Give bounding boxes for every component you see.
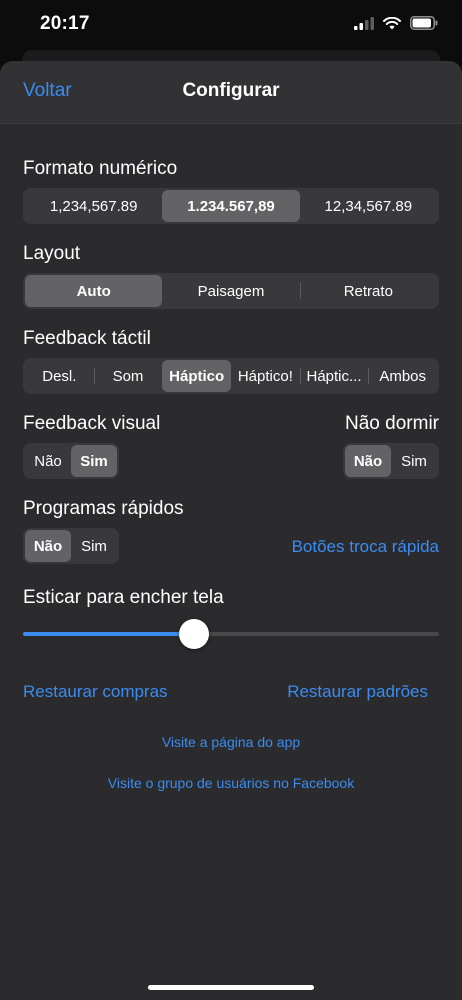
segment-option[interactable]: Paisagem (162, 275, 299, 307)
restore-purchases-link[interactable]: Restaurar compras (23, 682, 168, 702)
status-time: 20:17 (40, 13, 90, 34)
segment-option[interactable]: Retrato (299, 275, 437, 307)
segment-option-selected[interactable]: Não (345, 445, 391, 477)
visit-facebook-group-link[interactable]: Visite o grupo de usuários no Facebook (0, 775, 462, 791)
segment-option-selected[interactable]: Não (25, 530, 71, 562)
no-sleep-label: Não dormir (345, 413, 439, 434)
signal-icon (354, 16, 374, 30)
segment-option[interactable]: Som (93, 360, 163, 392)
battery-icon (410, 16, 438, 30)
stretch-slider-thumb[interactable] (178, 619, 209, 649)
segment-option[interactable]: Não (25, 445, 71, 477)
no-sleep-segmented-control: Não Sim (343, 443, 439, 479)
navigation-bar: Voltar Configurar (0, 61, 462, 124)
home-indicator (148, 985, 314, 990)
stretch-label: Esticar para encher tela (23, 587, 224, 608)
wifi-icon (383, 16, 401, 29)
stretch-slider-fill (23, 632, 194, 636)
number-format-label: Formato numérico (23, 158, 178, 179)
number-format-segmented-control: 1,234,567.89 1.234.567,89 12,34,567.89 (23, 188, 439, 224)
tactile-feedback-segmented-control: Desl. Som Háptico Háptico! Háptic... Amb… (23, 358, 439, 394)
quick-programs-label: Programas rápidos (23, 498, 184, 519)
status-bar: 20:17 (0, 0, 462, 52)
segment-option[interactable]: Sim (391, 445, 437, 477)
visual-feedback-segmented-control: Não Sim (23, 443, 119, 479)
segment-option[interactable]: 12,34,567.89 (300, 190, 437, 222)
segment-option-selected[interactable]: Auto (25, 275, 163, 307)
visit-app-page-link[interactable]: Visite a página do app (0, 734, 462, 750)
segment-option-selected[interactable]: Háptico (162, 360, 232, 392)
segment-option[interactable]: Háptic... (299, 360, 369, 392)
segment-option[interactable]: Sim (71, 530, 117, 562)
segment-option[interactable]: 1,234,567.89 (25, 190, 162, 222)
tactile-feedback-label: Feedback táctil (23, 328, 151, 349)
segment-option-selected[interactable]: 1.234.567,89 (162, 190, 300, 222)
segment-option[interactable]: Ambos (368, 360, 437, 392)
layout-label: Layout (23, 243, 81, 264)
visual-feedback-label: Feedback visual (23, 413, 161, 434)
status-icons (354, 16, 438, 30)
segment-option-selected[interactable]: Sim (71, 445, 117, 477)
quick-swap-buttons-link[interactable]: Botões troca rápida (292, 537, 439, 557)
stretch-slider[interactable] (23, 619, 439, 649)
quick-programs-segmented-control: Não Sim (23, 528, 119, 564)
layout-segmented-control: Auto Paisagem Retrato (23, 273, 439, 309)
restore-defaults-link[interactable]: Restaurar padrões (287, 682, 428, 702)
segment-option[interactable]: Háptico! (231, 360, 300, 392)
page-title: Configurar (182, 80, 280, 101)
segment-option[interactable]: Desl. (25, 360, 94, 392)
